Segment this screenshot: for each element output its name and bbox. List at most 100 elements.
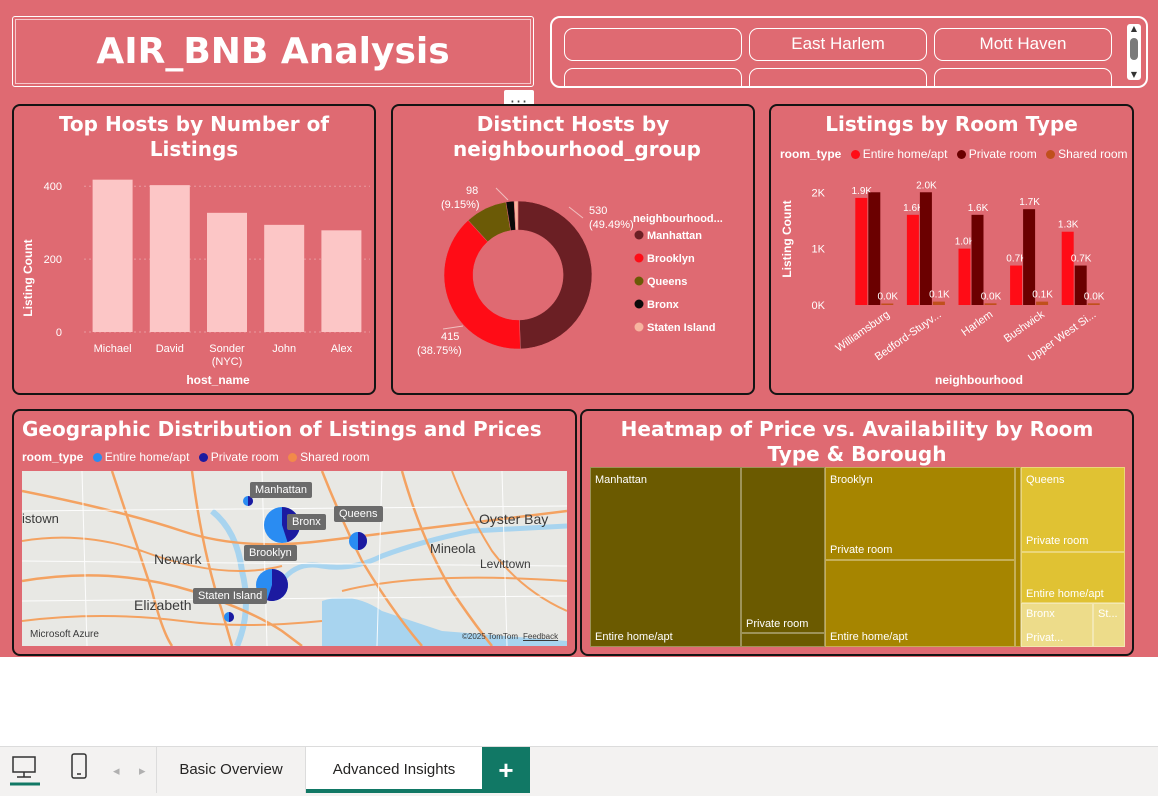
desktop-view-icon[interactable] — [10, 756, 40, 786]
slicer-item[interactable] — [749, 68, 927, 86]
data-label: 0.1K — [929, 290, 950, 301]
treemap-tile-brooklyn-entire[interactable]: Entire home/apt — [825, 560, 1015, 647]
legend-dot-icon — [288, 453, 298, 462]
treemap-tile-staten-island[interactable]: St... — [1093, 603, 1125, 647]
place-label-newark: Newark — [154, 551, 202, 567]
scroll-down-icon[interactable]: ▼ — [1127, 70, 1141, 80]
legend-label: Queens — [647, 276, 687, 288]
slicer-item-mott-haven[interactable]: Mott Haven — [934, 28, 1112, 61]
legend-dot-icon — [634, 276, 644, 286]
map-legend: room_type Entire home/apt Private room S… — [22, 450, 370, 464]
treemap-tile-manhattan-entire[interactable]: Manhattan Entire home/apt — [590, 467, 741, 647]
slicer-item[interactable] — [934, 68, 1112, 86]
microsoft-azure-logo: Microsoft Azure — [30, 629, 99, 640]
data-label-pct: (9.15%) — [441, 199, 480, 211]
neighbourhood-slicer: East Harlem Mott Haven ▲ ▼ — [550, 16, 1148, 88]
treemap-tile-bronx[interactable]: Bronx Privat... — [1021, 603, 1093, 647]
treemap-sublabel: Entire home/apt — [595, 631, 673, 643]
treemap-tile-manhattan-private[interactable]: Private room — [741, 467, 825, 633]
place-label-elizabeth: Elizabeth — [134, 597, 192, 613]
data-label-value: 530 — [589, 205, 607, 217]
treemap-tile-queens-entire[interactable]: Entire home/apt — [1021, 552, 1125, 603]
y-tick-label: 400 — [44, 181, 62, 193]
bar — [1036, 301, 1049, 305]
chevron-left-icon[interactable]: ◂ — [113, 763, 120, 778]
x-tick-label: David — [156, 343, 184, 355]
bar — [1061, 231, 1074, 305]
legend-private: Private room — [210, 450, 279, 464]
legend-dot-icon — [634, 230, 644, 240]
bar — [868, 192, 881, 305]
report-title-box: AIR_BNB Analysis — [12, 16, 534, 87]
slicer-item[interactable] — [564, 28, 742, 61]
treemap-chart: Manhattan Entire home/apt Private room B… — [590, 467, 1125, 647]
data-label: 0.7K — [1071, 254, 1092, 265]
x-tick-label: (NYC) — [212, 356, 243, 368]
map-view[interactable]: istown Newark Elizabeth Oyster Bay Mineo… — [22, 471, 567, 646]
y-axis-title: Listing Count — [21, 239, 35, 316]
slicer-item[interactable] — [564, 68, 742, 86]
slicer-item-east-harlem[interactable]: East Harlem — [749, 28, 927, 61]
donut-slice — [443, 219, 521, 350]
map-label-manhattan[interactable]: Manhattan — [250, 482, 312, 498]
map-label-staten-island[interactable]: Staten Island — [193, 588, 268, 604]
map-feedback-link[interactable]: Feedback — [523, 632, 558, 641]
mobile-view-icon[interactable] — [71, 753, 87, 779]
slicer-scrollbar[interactable]: ▲ ▼ — [1127, 24, 1141, 80]
place-label: istown — [22, 511, 59, 526]
y-tick-label: 2K — [812, 187, 826, 199]
bar — [264, 224, 305, 332]
room-type-card: Listings by Room Type room_type Entire h… — [769, 104, 1134, 395]
treemap-tile-queens-private[interactable]: Queens Private room — [1021, 467, 1125, 552]
x-tick-label: Sonder — [209, 343, 245, 355]
heatmap-title: Heatmap of Price vs. Availability by Roo… — [620, 417, 1094, 466]
x-axis-title: host_name — [186, 373, 250, 387]
place-label-mineola: Mineola — [430, 541, 476, 556]
treemap-label: Manhattan — [595, 474, 647, 486]
map-label-queens[interactable]: Queens — [334, 506, 383, 522]
report-canvas: AIR_BNB Analysis ··· East Harlem Mott Ha… — [0, 0, 1158, 657]
bar — [1087, 303, 1100, 305]
data-label-value: 98 — [466, 185, 478, 197]
data-label: 0.0K — [878, 292, 899, 303]
chevron-right-icon[interactable]: ▸ — [139, 763, 146, 778]
x-tick-label: Bushwick — [1002, 308, 1047, 345]
map-label-bronx[interactable]: Bronx — [287, 514, 326, 530]
treemap-sublabel: Entire home/apt — [830, 631, 908, 643]
bar — [881, 303, 894, 305]
add-page-button[interactable]: + — [482, 747, 530, 793]
treemap-label: Queens — [1026, 474, 1065, 486]
bar — [919, 192, 932, 305]
donut-slice — [517, 200, 593, 350]
treemap-sublabel: Private room — [746, 618, 809, 630]
treemap-tile-brooklyn-private[interactable]: Brooklyn Private room — [825, 467, 1015, 560]
legend-dot-icon — [634, 322, 644, 332]
treemap-label: Brooklyn — [830, 474, 873, 486]
bar — [984, 303, 997, 305]
bar — [932, 301, 945, 305]
top-hosts-card: Top Hosts by Number of Listings Listing … — [12, 104, 376, 395]
data-label: 1.3K — [1058, 220, 1079, 231]
legend-dot-icon — [634, 253, 644, 263]
treemap-sublabel: Private room — [830, 544, 893, 556]
scroll-thumb[interactable] — [1130, 38, 1138, 60]
map-copyright: ©2025 TomTom — [462, 632, 518, 641]
legend-label: Bronx — [647, 299, 680, 311]
x-tick-label: Michael — [94, 343, 132, 355]
map-title: Geographic Distribution of Listings and … — [22, 417, 542, 441]
legend-label: Brooklyn — [647, 253, 695, 265]
treemap-tile-manhattan-shared[interactable] — [741, 633, 825, 647]
tab-basic-overview[interactable]: Basic Overview — [156, 747, 306, 793]
data-label: 2.0K — [916, 180, 937, 191]
x-tick-label: John — [272, 343, 296, 355]
bar — [855, 197, 868, 305]
tab-advanced-insights[interactable]: Advanced Insights — [306, 747, 482, 793]
report-title: AIR_BNB Analysis — [96, 31, 450, 72]
map-label-brooklyn[interactable]: Brooklyn — [244, 545, 297, 561]
x-tick-label: Alex — [331, 343, 353, 355]
scroll-up-icon[interactable]: ▲ — [1127, 24, 1141, 34]
bar — [1010, 265, 1023, 305]
treemap-sublabel: Entire home/apt — [1026, 588, 1104, 600]
top-hosts-chart: Listing Count host_name 0 200 400 Michael D… — [21, 179, 370, 387]
data-label: 0.0K — [1084, 291, 1105, 302]
